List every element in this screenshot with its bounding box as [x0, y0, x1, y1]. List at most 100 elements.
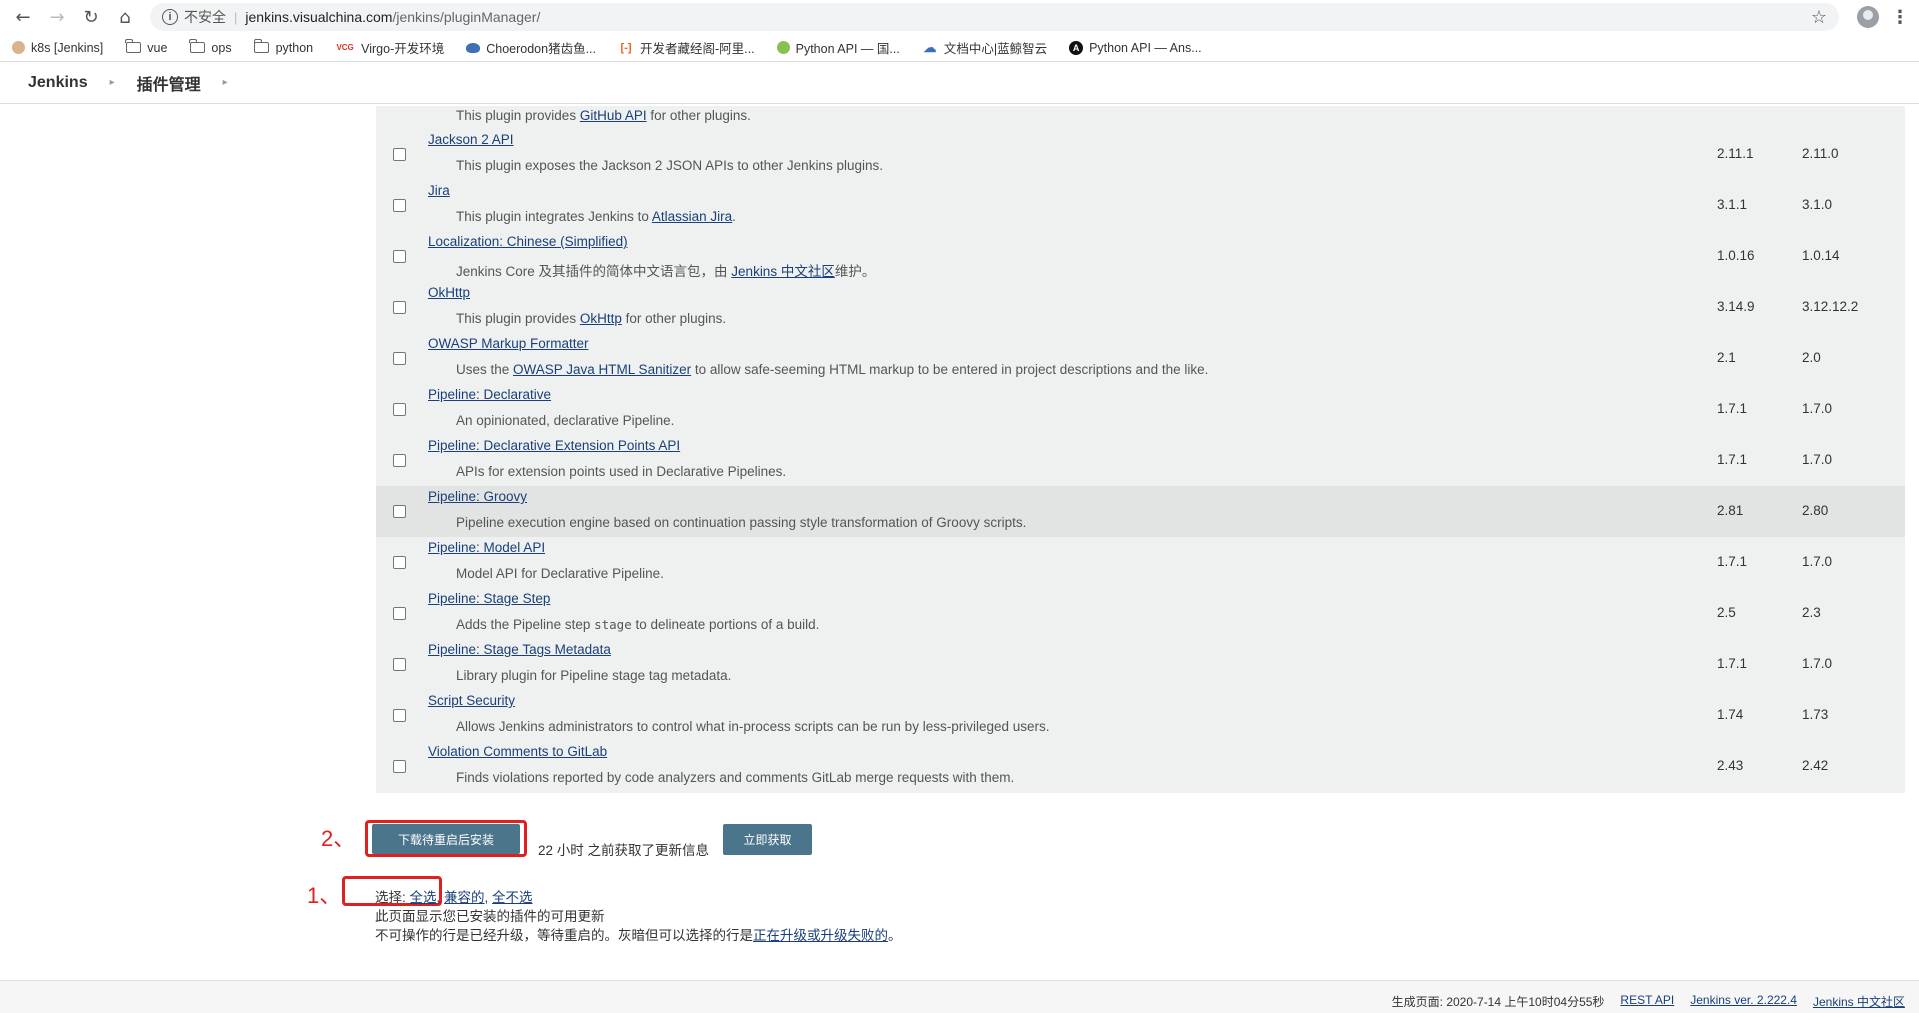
- address-bar[interactable]: i 不安全 | jenkins.visualchina.com/jenkins/…: [150, 3, 1839, 31]
- breadcrumb-plugin-manager[interactable]: 插件管理: [137, 71, 201, 95]
- choerodon-icon: [466, 42, 481, 53]
- new-version: 2.43: [1717, 758, 1744, 773]
- plugin-name-link[interactable]: Pipeline: Groovy: [428, 489, 527, 504]
- plugin-description: Jenkins Core 及其插件的简体中文语言包，由 Jenkins 中文社区…: [456, 264, 876, 279]
- vcg-icon: VCG: [336, 43, 354, 52]
- new-version: 2.11.1: [1717, 146, 1754, 161]
- bookmark-label: k8s [Jenkins]: [31, 40, 104, 55]
- plugin-name-link[interactable]: Jira: [428, 183, 450, 198]
- chevron-right-icon[interactable]: ▸: [223, 77, 228, 88]
- aliyun-icon: [-]: [620, 41, 632, 54]
- insecure-label: 不安全: [184, 9, 226, 25]
- plugin-name-link[interactable]: Pipeline: Declarative Extension Points A…: [428, 438, 680, 453]
- url-domain: jenkins.visualchina.com: [245, 9, 393, 25]
- plugin-checkbox[interactable]: [393, 199, 406, 212]
- new-version: 3.1.1: [1717, 197, 1748, 212]
- bookmark-vue[interactable]: vue: [125, 39, 168, 55]
- upgrading-failed-link[interactable]: 正在升级或升级失败的: [753, 928, 888, 943]
- plugin-name-link[interactable]: Pipeline: Declarative: [428, 387, 551, 402]
- url-path: /jenkins/pluginManager/: [392, 9, 541, 25]
- plugin-name-link[interactable]: OkHttp: [428, 285, 470, 300]
- annotation-2-label: 2、: [321, 826, 356, 851]
- table-row: Jira This plugin integrates Jenkins to At…: [376, 180, 1905, 231]
- plugin-checkbox[interactable]: [393, 352, 406, 365]
- plugin-name-link[interactable]: Pipeline: Model API: [428, 540, 545, 555]
- install-after-restart-button[interactable]: 下载待重启后安装: [372, 824, 520, 854]
- plugin-description-link[interactable]: Atlassian Jira: [652, 209, 732, 224]
- bookmark-python-api-cn[interactable]: Python API — 国...: [776, 38, 900, 57]
- bookmark-python[interactable]: python: [253, 39, 314, 55]
- plugin-checkbox[interactable]: [393, 250, 406, 263]
- jenkins-community-link[interactable]: Jenkins 中文社区: [1813, 993, 1905, 1010]
- new-version: 2.81: [1717, 503, 1744, 518]
- plugin-checkbox[interactable]: [393, 301, 406, 314]
- bookmark-choerodon[interactable]: Choerodon猪齿鱼...: [466, 38, 596, 57]
- bookmark-label: Python API — 国...: [795, 42, 900, 56]
- plugin-name-link[interactable]: Violation Comments to GitLab: [428, 744, 607, 759]
- bookmark-label: python: [275, 40, 314, 55]
- plugin-name-link[interactable]: OWASP Markup Formatter: [428, 336, 589, 351]
- plugin-name-link[interactable]: Jackson 2 API: [428, 132, 514, 147]
- bookmark-star-icon[interactable]: ☆: [1811, 7, 1827, 28]
- folder-icon: [125, 39, 141, 55]
- back-icon[interactable]: ←: [10, 4, 36, 30]
- bookmark-virgo[interactable]: VCG Virgo-开发环境: [335, 38, 444, 57]
- bookmark-ops[interactable]: ops: [189, 39, 232, 55]
- fetch-now-button[interactable]: 立即获取: [723, 824, 812, 855]
- plugin-description: Adds the Pipeline step stage to delineat…: [456, 617, 820, 632]
- plugin-description: Pipeline execution engine based on conti…: [456, 515, 1027, 530]
- select-none-link[interactable]: 全不选: [492, 890, 533, 905]
- bookmark-ansible[interactable]: A Python API — Ans...: [1069, 40, 1202, 55]
- url-text[interactable]: jenkins.visualchina.com/jenkins/pluginMa…: [245, 9, 1802, 25]
- bookmark-label: vue: [147, 40, 168, 55]
- bookmark-label: Choerodon猪齿鱼...: [486, 42, 597, 56]
- profile-avatar-icon[interactable]: [1857, 6, 1879, 28]
- plugin-description-link[interactable]: OWASP Java HTML Sanitizer: [513, 362, 691, 377]
- bookmark-label: 开发者藏经阁-阿里...: [640, 42, 755, 56]
- forward-icon[interactable]: →: [44, 4, 70, 30]
- plugin-description: This plugin provides OkHttp for other pl…: [456, 311, 727, 326]
- installed-version: 1.73: [1802, 707, 1829, 722]
- chevron-right-icon[interactable]: ▸: [110, 77, 115, 88]
- plugin-description-link[interactable]: Jenkins 中文社区: [731, 264, 835, 279]
- plugin-name-link[interactable]: Pipeline: Stage Step: [428, 591, 550, 606]
- bookmark-aliyun[interactable]: [-] 开发者藏经阁-阿里...: [618, 38, 755, 57]
- plugin-checkbox[interactable]: [393, 556, 406, 569]
- plugin-description-link[interactable]: OkHttp: [580, 311, 622, 326]
- table-row: Script Security Allows Jenkins administra…: [376, 690, 1905, 741]
- plugin-description-link[interactable]: GitHub API: [580, 108, 647, 123]
- plugin-checkbox[interactable]: [393, 760, 406, 773]
- plugin-name-link[interactable]: Localization: Chinese (Simplified): [428, 234, 628, 249]
- plugin-checkbox[interactable]: [393, 403, 406, 416]
- plugin-checkbox[interactable]: [393, 658, 406, 671]
- breadcrumb-jenkins[interactable]: Jenkins: [28, 74, 88, 92]
- jenkins-version-link[interactable]: Jenkins ver. 2.222.4: [1690, 993, 1797, 1010]
- plugin-checkbox[interactable]: [393, 454, 406, 467]
- plugin-description: This plugin integrates Jenkins to Atlass…: [456, 209, 736, 224]
- kebab-menu-icon[interactable]: ⋮: [1891, 7, 1909, 28]
- cloud-icon: ☁: [923, 39, 937, 55]
- bookmark-label: Virgo-开发环境: [361, 42, 445, 56]
- folder-icon: [189, 39, 205, 55]
- plugin-checkbox[interactable]: [393, 505, 406, 518]
- home-icon[interactable]: ⌂: [112, 4, 138, 30]
- installed-version: 1.7.0: [1802, 554, 1833, 569]
- info-icon[interactable]: i: [162, 9, 178, 25]
- plugin-updates-table: This plugin provides GitHub API for othe…: [376, 106, 1905, 793]
- new-version: 1.0.16: [1717, 248, 1755, 263]
- url-separator: |: [234, 9, 238, 25]
- plugin-checkbox[interactable]: [393, 607, 406, 620]
- browser-toolbar: ← → ↻ ⌂ i 不安全 | jenkins.visualchina.com/…: [0, 0, 1919, 34]
- bookmark-bk-docs[interactable]: ☁ 文档中心|蓝鲸智云: [922, 38, 1047, 57]
- plugin-checkbox[interactable]: [393, 148, 406, 161]
- bookmark-k8s-jenkins[interactable]: k8s [Jenkins]: [12, 41, 103, 55]
- plugin-name-link[interactable]: Pipeline: Stage Tags Metadata: [428, 642, 611, 657]
- plugin-name-link[interactable]: Script Security: [428, 693, 515, 708]
- rest-api-link[interactable]: REST API: [1620, 993, 1674, 1010]
- reload-icon[interactable]: ↻: [78, 4, 104, 30]
- select-all-link[interactable]: 全选: [410, 890, 437, 905]
- select-compatible-link[interactable]: 兼容的: [444, 890, 485, 905]
- table-row: Jackson 2 API This plugin exposes the Jac…: [376, 129, 1905, 180]
- plugin-checkbox[interactable]: [393, 709, 406, 722]
- info-note-2: 不可操作的行是已经升级，等待重启的。灰暗但可以选择的行是正在升级或升级失败的。: [375, 928, 902, 943]
